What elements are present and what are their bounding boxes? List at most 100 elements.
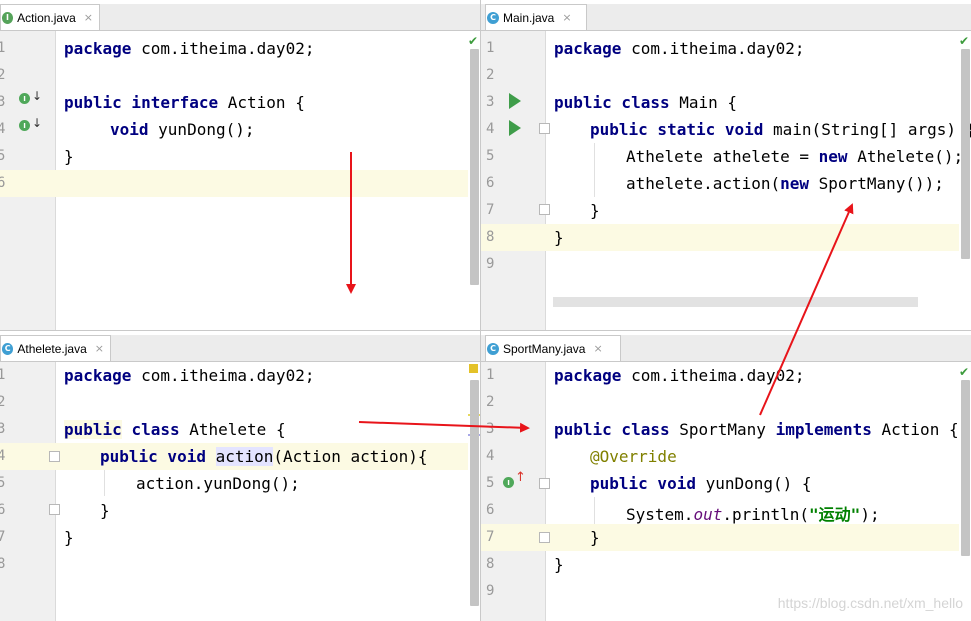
editor-pane-action: I Action.java × 1 package com.itheima.da… — [0, 0, 480, 330]
code-line: 8 } — [481, 551, 971, 578]
code-line: 1 package com.itheima.day02; — [0, 362, 480, 389]
line-number: 8 — [0, 556, 6, 572]
line-number: 4 — [486, 448, 495, 464]
close-icon[interactable]: × — [84, 11, 93, 24]
close-icon[interactable]: × — [95, 342, 104, 355]
editor-pane-main: C Main.java × 1 package com.itheima.day0… — [481, 0, 971, 330]
tab-main-java[interactable]: C Main.java × — [485, 4, 587, 30]
vertical-splitter[interactable] — [480, 0, 481, 621]
vertical-scrollbar[interactable] — [961, 380, 970, 556]
code-line: 3 public class SportMany implements Acti… — [481, 416, 971, 443]
line-number: 8 — [486, 556, 495, 572]
check-icon: ✔ — [467, 34, 478, 48]
code-text: public void yunDong() { — [590, 474, 812, 493]
line-number: 3 — [486, 421, 495, 437]
code-line: 5 action.yunDong(); — [0, 470, 480, 497]
line-number: 6 — [0, 502, 6, 518]
code-text: public class Main { — [554, 93, 738, 112]
fold-icon[interactable] — [539, 123, 550, 134]
code-line: 6 System.out.println("运动"); — [481, 497, 971, 524]
implemented-icon[interactable]: I — [19, 93, 30, 104]
code-line: 2 — [0, 62, 480, 89]
code-text: package com.itheima.day02; — [554, 39, 805, 58]
code-text: } — [100, 501, 110, 520]
line-number: 4 — [486, 121, 495, 137]
line-number: 2 — [0, 394, 6, 410]
code-line: 7 } — [0, 524, 480, 551]
code-line: 4 void yunDong(); — [0, 116, 480, 143]
code-text: @Override — [590, 447, 677, 466]
code-line: 5 } — [0, 143, 480, 170]
run-icon[interactable] — [509, 120, 521, 136]
vertical-scrollbar[interactable] — [961, 49, 970, 259]
code-text: package com.itheima.day02; — [64, 366, 315, 385]
down-arrow-icon: ↓ — [32, 116, 43, 130]
up-arrow-icon: ↑ — [515, 470, 526, 485]
run-icon[interactable] — [509, 93, 521, 109]
close-icon[interactable]: × — [562, 11, 571, 24]
code-line: 2 — [481, 389, 971, 416]
close-icon[interactable]: × — [593, 342, 602, 355]
fold-icon[interactable] — [539, 532, 550, 543]
code-line: 6 } — [0, 497, 480, 524]
fold-icon[interactable] — [539, 204, 550, 215]
code-line: 9 — [481, 251, 971, 278]
line-number: 9 — [486, 583, 495, 599]
code-editor[interactable]: 1 package com.itheima.day02; 2 3 public … — [0, 362, 480, 621]
vertical-scrollbar[interactable] — [470, 49, 479, 285]
indent-guide — [594, 143, 595, 197]
line-number: 6 — [486, 502, 495, 518]
code-line: 3 public class Athelete { — [0, 416, 480, 443]
fold-icon[interactable] — [49, 504, 60, 515]
tab-action-java[interactable]: I Action.java × — [0, 4, 100, 30]
line-number: 7 — [0, 529, 6, 545]
tab-label: SportMany.java — [503, 341, 586, 356]
line-number: 1 — [486, 367, 495, 383]
code-text: } — [590, 528, 600, 547]
implementing-icon[interactable]: I — [503, 477, 514, 488]
code-text: action.yunDong(); — [136, 474, 300, 493]
line-number: 5 — [0, 475, 6, 491]
current-line: 6 — [0, 170, 468, 197]
code-editor[interactable]: 1 package com.itheima.day02; 2 3 public … — [481, 31, 971, 330]
indent-guide — [104, 470, 105, 496]
implemented-icon[interactable]: I — [19, 120, 30, 131]
tab-label: Athelete.java — [17, 341, 87, 356]
code-text: } — [554, 555, 564, 574]
code-text: System.out.println("运动"); — [626, 505, 880, 524]
tab-sportmany-java[interactable]: C SportMany.java × — [485, 335, 621, 361]
line-number: 3 — [0, 421, 6, 437]
fold-icon[interactable] — [539, 478, 550, 489]
check-icon: ✔ — [958, 34, 969, 48]
code-editor[interactable]: 1 package com.itheima.day02; 2 3 public … — [481, 362, 971, 621]
vertical-scrollbar[interactable] — [470, 380, 479, 606]
line-number: 8 — [486, 229, 495, 245]
class-icon: C — [487, 342, 499, 355]
interface-icon: I — [2, 11, 14, 24]
code-line: 6 athelete.action(new SportMany()); — [481, 170, 971, 197]
code-text: } — [590, 201, 600, 220]
line-number: 9 — [486, 256, 495, 272]
code-text: public class Athelete { — [64, 420, 286, 439]
code-line: 3 public class Main { — [481, 89, 971, 116]
line-number: 2 — [0, 67, 6, 83]
code-line: 4 @Override — [481, 443, 971, 470]
warning-icon[interactable] — [469, 364, 478, 373]
fold-icon[interactable] — [49, 451, 60, 462]
tab-bar: C Main.java × — [481, 4, 971, 31]
down-arrow-icon: ↓ — [32, 89, 43, 103]
tab-bar: I Action.java × — [0, 4, 480, 31]
code-text: public class SportMany implements Action… — [554, 420, 959, 439]
code-text: public void action(Action action){ — [100, 447, 428, 466]
tab-bar: C SportMany.java × — [481, 335, 971, 362]
code-editor[interactable]: 1 package com.itheima.day02; 2 3 public … — [0, 31, 480, 330]
code-text: } — [554, 228, 564, 247]
line-number: 2 — [486, 67, 495, 83]
horizontal-scrollbar[interactable] — [553, 297, 918, 307]
code-line: 3 public interface Action { — [0, 89, 480, 116]
tab-label: Action.java — [17, 10, 76, 25]
line-number: 1 — [0, 367, 6, 383]
horizontal-splitter[interactable] — [0, 330, 971, 331]
code-line: 8 — [0, 551, 480, 578]
tab-athelete-java[interactable]: C Athelete.java × — [0, 335, 111, 361]
